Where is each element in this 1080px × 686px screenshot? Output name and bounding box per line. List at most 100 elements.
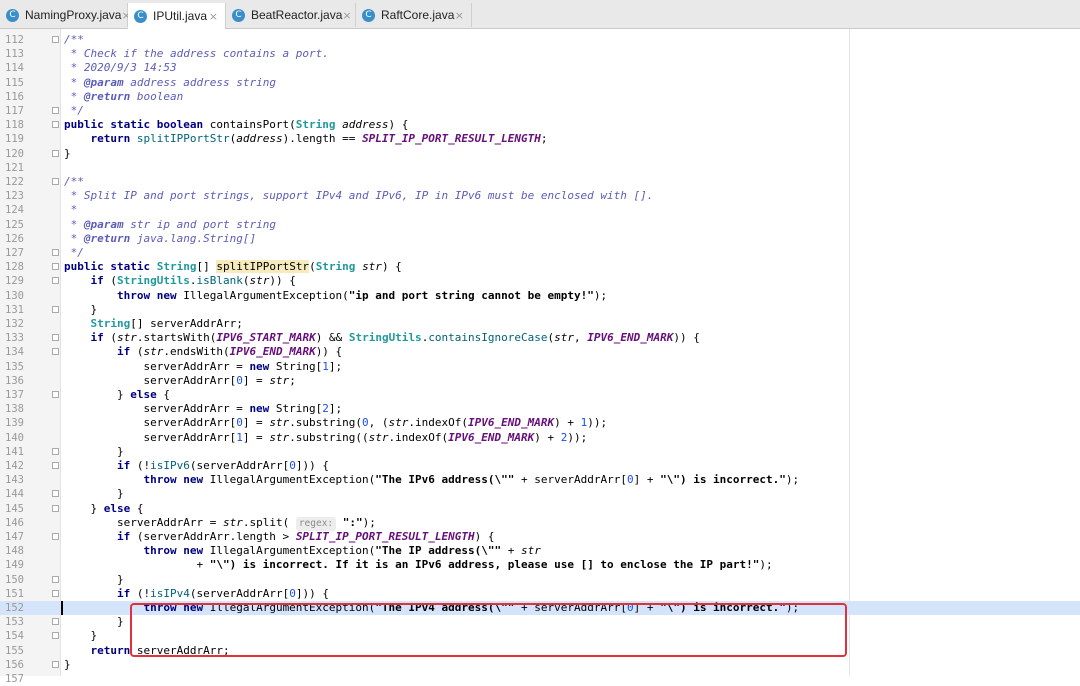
code-line[interactable]: 134 if (str.endsWith(IPV6_END_MARK)) { (0, 345, 1080, 359)
tab-namingproxy[interactable]: C NamingProxy.java × (0, 3, 131, 27)
code-text: * Check if the address contains a port. (70, 47, 329, 61)
tab-beatreactor[interactable]: C BeatReactor.java × (226, 3, 356, 27)
code-text: * Split IP and port strings, support IPv… (70, 189, 654, 203)
code-line[interactable]: 123 * Split IP and port strings, support… (0, 189, 1080, 203)
code-text: return splitIPPortStr(address).length ==… (90, 132, 548, 146)
code-line[interactable]: 137 } else { (0, 388, 1080, 402)
line-number: 137 (5, 389, 24, 401)
code-line[interactable]: 125 * @param str ip and port string (0, 218, 1080, 232)
code-line[interactable]: 156} (0, 658, 1080, 672)
code-line[interactable]: 143 throw new IllegalArgumentException("… (0, 473, 1080, 487)
line-number: 124 (5, 204, 24, 217)
code-text: throw new IllegalArgumentException("The … (143, 473, 800, 487)
code-line[interactable]: 138 serverAddrArr = new String[2]; (0, 402, 1080, 416)
line-number: 143 (5, 474, 24, 487)
fold-toggle-icon[interactable] (52, 36, 59, 43)
fold-toggle-icon[interactable] (52, 263, 59, 271)
code-line[interactable]: 120} (0, 147, 1080, 161)
tab-iputil[interactable]: C IPUtil.java × (128, 3, 226, 29)
line-number: 139 (5, 417, 24, 430)
code-line[interactable]: 140 serverAddrArr[1] = str.substring((st… (0, 431, 1080, 445)
line-number: 147 (5, 531, 24, 543)
line-number: 130 (5, 289, 24, 302)
fold-toggle-icon[interactable] (52, 504, 59, 512)
fold-toggle-icon[interactable] (52, 348, 59, 356)
line-number: 154 (5, 630, 24, 643)
code-line[interactable]: 147 if (serverAddrArr.length > SPLIT_IP_… (0, 530, 1080, 544)
fold-toggle-icon[interactable] (52, 462, 59, 469)
code-text: } (64, 302, 98, 316)
line-number: 112 (5, 34, 24, 46)
fold-toggle-icon[interactable] (52, 334, 59, 342)
fold-toggle-icon[interactable] (52, 660, 59, 668)
fold-toggle-icon[interactable] (52, 618, 59, 626)
code-line[interactable]: 145 } else { (0, 502, 1080, 516)
line-number: 150 (5, 573, 24, 586)
fold-toggle-icon[interactable] (52, 121, 59, 129)
line-number: 138 (5, 403, 24, 416)
code-line[interactable]: 132 String[] serverAddrArr; (0, 317, 1080, 331)
code-line[interactable]: 115 * @param address address string (0, 76, 1080, 90)
line-number: 141 (5, 445, 24, 458)
code-line[interactable]: 124 * (0, 203, 1080, 217)
code-line[interactable]: 146 serverAddrArr = str.split( regex: ":… (0, 516, 1080, 531)
code-line[interactable]: 157 (0, 672, 1080, 686)
code-line[interactable]: 119 return splitIPPortStr(address).lengt… (0, 132, 1080, 146)
code-line[interactable]: 144 } (0, 487, 1080, 501)
code-line[interactable]: 133 if (str.startsWith(IPV6_START_MARK) … (0, 331, 1080, 345)
fold-toggle-icon[interactable] (52, 447, 59, 455)
fold-toggle-icon[interactable] (52, 305, 59, 313)
code-line[interactable]: 117 */ (0, 104, 1080, 118)
code-text: * @return boolean (70, 89, 184, 103)
fold-toggle-icon[interactable] (52, 107, 59, 114)
code-line[interactable]: 151 if (!isIPv4(serverAddrArr[0])) { (0, 587, 1080, 601)
code-text: } (64, 487, 124, 501)
code-text: if (str.startsWith(IPV6_START_MARK) && S… (90, 331, 700, 345)
line-number: 126 (5, 232, 24, 245)
code-text: String[] serverAddrArr; (90, 317, 243, 330)
fold-toggle-icon[interactable] (52, 277, 59, 285)
code-line[interactable]: 118 public static boolean containsPort(St… (0, 118, 1080, 132)
fold-toggle-icon[interactable] (52, 533, 59, 540)
line-number: 153 (5, 616, 24, 629)
code-line[interactable]: 139 serverAddrArr[0] = str.substring(0, … (0, 416, 1080, 430)
highlight-annotation-box (130, 603, 847, 657)
fold-toggle-icon[interactable] (52, 632, 59, 640)
code-line[interactable]: 131 } (0, 303, 1080, 317)
code-line[interactable]: 128 public static String[] splitIPPortStr… (0, 260, 1080, 274)
code-text: serverAddrArr = new String[1]; (64, 359, 343, 373)
close-icon[interactable]: × (342, 9, 351, 22)
code-text: /** (64, 33, 84, 46)
tab-raftcore[interactable]: C RaftCore.java × (356, 3, 472, 27)
fold-toggle-icon[interactable] (52, 391, 59, 398)
code-line[interactable]: 121 (0, 161, 1080, 175)
code-line[interactable]: 129 if (StringUtils.isBlank(str)) { (0, 274, 1080, 288)
code-line[interactable]: 150 } (0, 573, 1080, 587)
code-line[interactable]: 130 throw new IllegalArgumentException("… (0, 289, 1080, 303)
code-line[interactable]: 113 * Check if the address contains a po… (0, 47, 1080, 61)
code-line[interactable]: 136 serverAddrArr[0] = str; (0, 374, 1080, 388)
code-line[interactable]: 127 */ (0, 246, 1080, 260)
code-text: if (serverAddrArr.length > SPLIT_IP_PORT… (116, 530, 495, 543)
code-line[interactable]: 135 serverAddrArr = new String[1]; (0, 360, 1080, 374)
code-editor[interactable]: 112 /** 113 * Check if the address contain… (0, 29, 1080, 685)
fold-toggle-icon[interactable] (52, 249, 59, 256)
code-line[interactable]: 126 * @return java.lang.String[] (0, 232, 1080, 246)
code-line[interactable]: 149 + "\") is incorrect. If it is an IPv… (0, 558, 1080, 572)
code-line[interactable]: 114 * 2020/9/3 14:53 (0, 61, 1080, 75)
fold-toggle-icon[interactable] (52, 490, 59, 498)
fold-toggle-icon[interactable] (52, 149, 59, 157)
fold-toggle-icon[interactable] (52, 575, 59, 583)
code-line[interactable]: 148 throw new IllegalArgumentException("… (0, 544, 1080, 558)
line-number: 136 (5, 374, 24, 387)
code-line[interactable]: 112 /** (0, 33, 1080, 47)
close-icon[interactable]: × (209, 10, 218, 23)
close-icon[interactable]: × (455, 9, 464, 22)
fold-toggle-icon[interactable] (52, 178, 59, 185)
fold-toggle-icon[interactable] (52, 589, 59, 597)
code-line[interactable]: 116 * @return boolean (0, 90, 1080, 104)
code-line[interactable]: 141 } (0, 445, 1080, 459)
code-text: serverAddrArr[0] = str.substring(0, (str… (64, 416, 608, 430)
code-line[interactable]: 122 /** (0, 175, 1080, 189)
code-line[interactable]: 142 if (!isIPv6(serverAddrArr[0])) { (0, 459, 1080, 473)
